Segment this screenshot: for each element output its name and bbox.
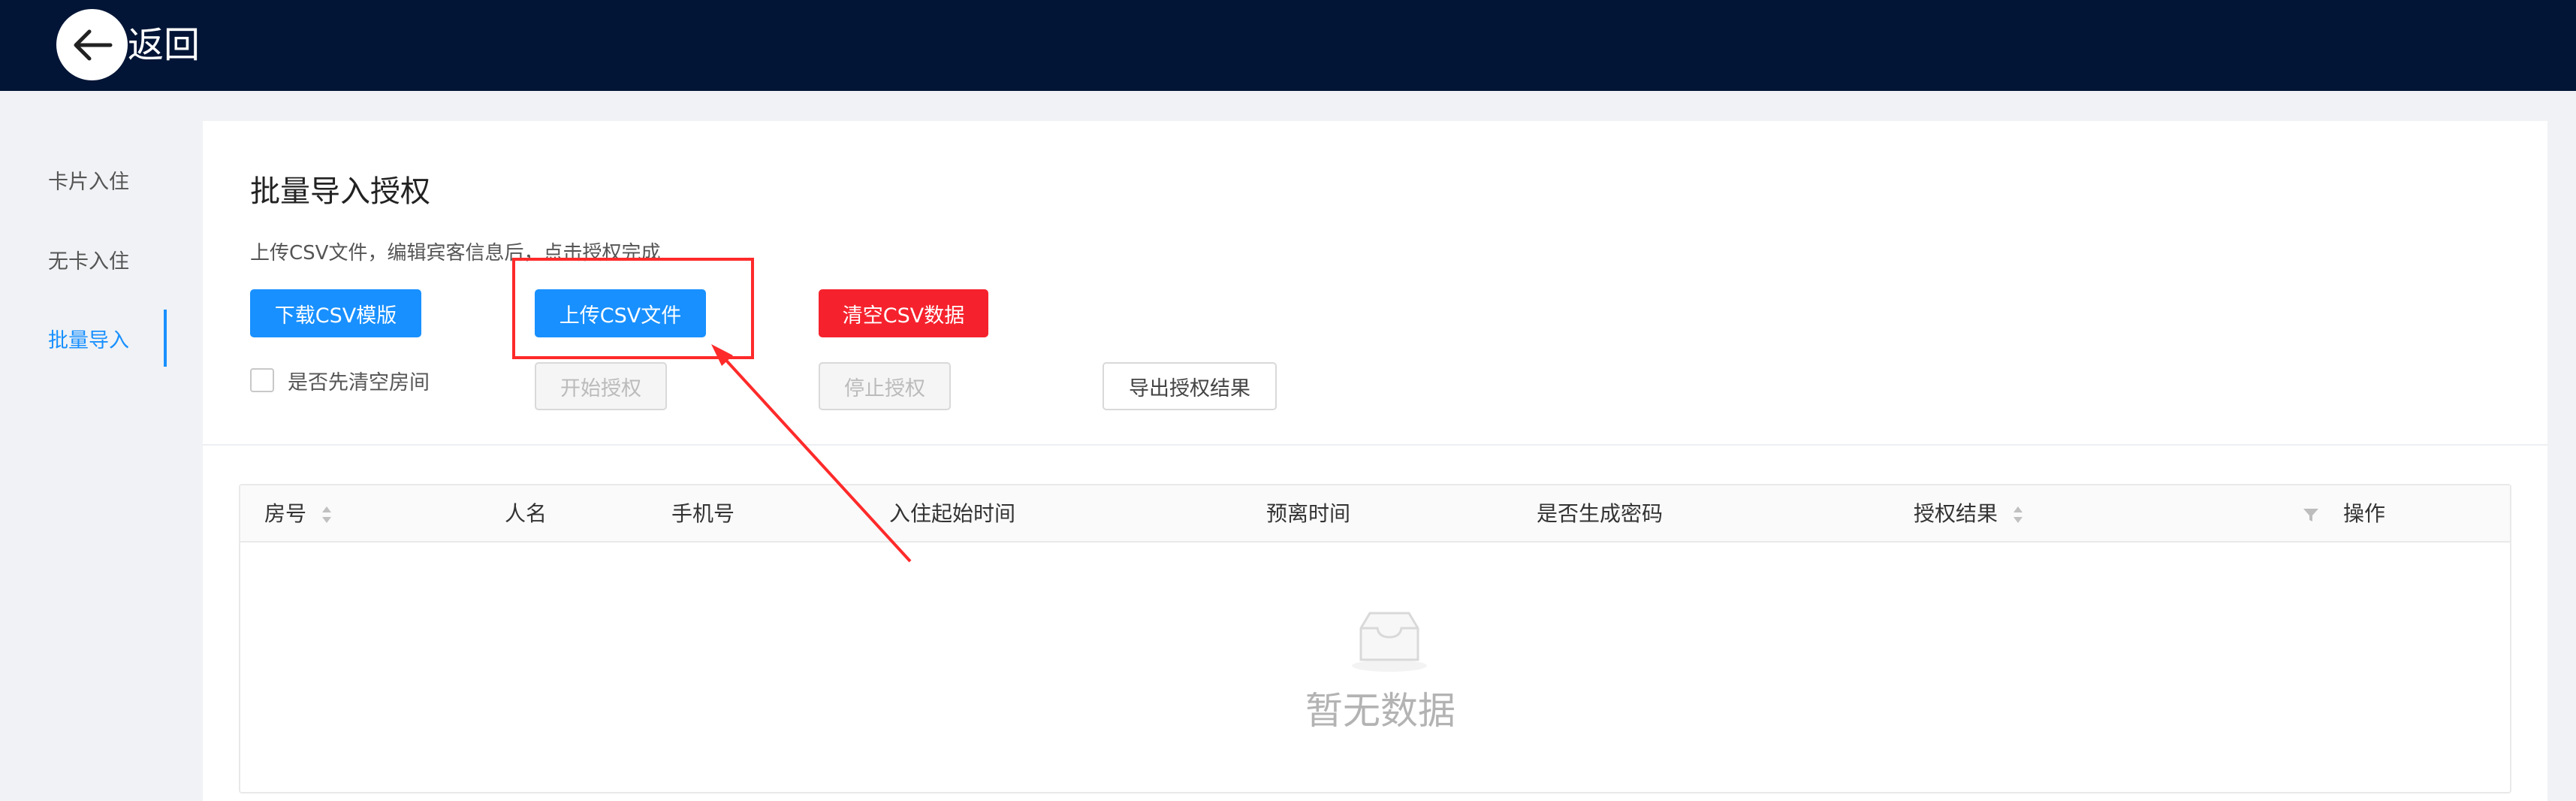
sidebar-item-batch-import[interactable]: 批量导入 [0, 310, 167, 367]
sidebar-item-card-checkin[interactable]: 卡片入住 [0, 151, 167, 208]
sort-icon[interactable] [2011, 503, 2025, 526]
column-generate-password: 是否生成密码 [1537, 501, 1664, 526]
back-button[interactable] [56, 9, 128, 80]
column-name: 人名 [505, 501, 547, 526]
divider [203, 444, 2547, 446]
column-auth-result[interactable]: 授权结果 [1914, 485, 1998, 543]
inbox-icon [1352, 612, 1427, 672]
column-checkin-start: 入住起始时间 [889, 501, 1016, 526]
sort-icon[interactable] [320, 503, 333, 526]
clear-csv-button[interactable]: 清空CSV数据 [819, 289, 988, 337]
sidebar: 卡片入住 无卡入住 批量导入 [0, 91, 167, 801]
empty-state-text: 暂无数据 [1305, 689, 1455, 733]
sidebar-item-label: 无卡入住 [48, 249, 129, 274]
annotation-highlight-box [512, 258, 754, 359]
checkbox-label: 是否先清空房间 [288, 370, 430, 394]
sidebar-item-cardless-checkin[interactable]: 无卡入住 [0, 231, 167, 288]
column-actions: 操作 [2343, 501, 2386, 526]
page-title: 批量导入授权 [250, 174, 430, 209]
back-label[interactable]: 返回 [128, 18, 200, 72]
filter-icon[interactable] [2301, 505, 2321, 524]
table-header: 房号 人名 手机号 入住起始时间 预离时间 是否生成密码 授权结果 操作 [240, 485, 2510, 543]
clear-rooms-checkbox[interactable]: 是否先清空房间 [250, 367, 430, 394]
export-results-button[interactable]: 导出授权结果 [1102, 362, 1277, 410]
sidebar-item-label: 卡片入住 [48, 170, 129, 194]
results-table: 房号 人名 手机号 入住起始时间 预离时间 是否生成密码 授权结果 操作 暂无数… [239, 484, 2511, 793]
column-expected-departure: 预离时间 [1266, 501, 1351, 526]
column-room-number[interactable]: 房号 [264, 485, 306, 543]
arrow-left-icon [74, 29, 112, 60]
checkbox-box[interactable] [250, 368, 274, 392]
download-template-button[interactable]: 下载CSV模版 [250, 289, 421, 337]
start-auth-button[interactable]: 开始授权 [535, 362, 667, 410]
column-phone: 手机号 [671, 501, 735, 526]
stop-auth-button[interactable]: 停止授权 [819, 362, 951, 410]
sidebar-item-label: 批量导入 [48, 328, 129, 352]
top-bar: 返回 [0, 0, 2576, 91]
